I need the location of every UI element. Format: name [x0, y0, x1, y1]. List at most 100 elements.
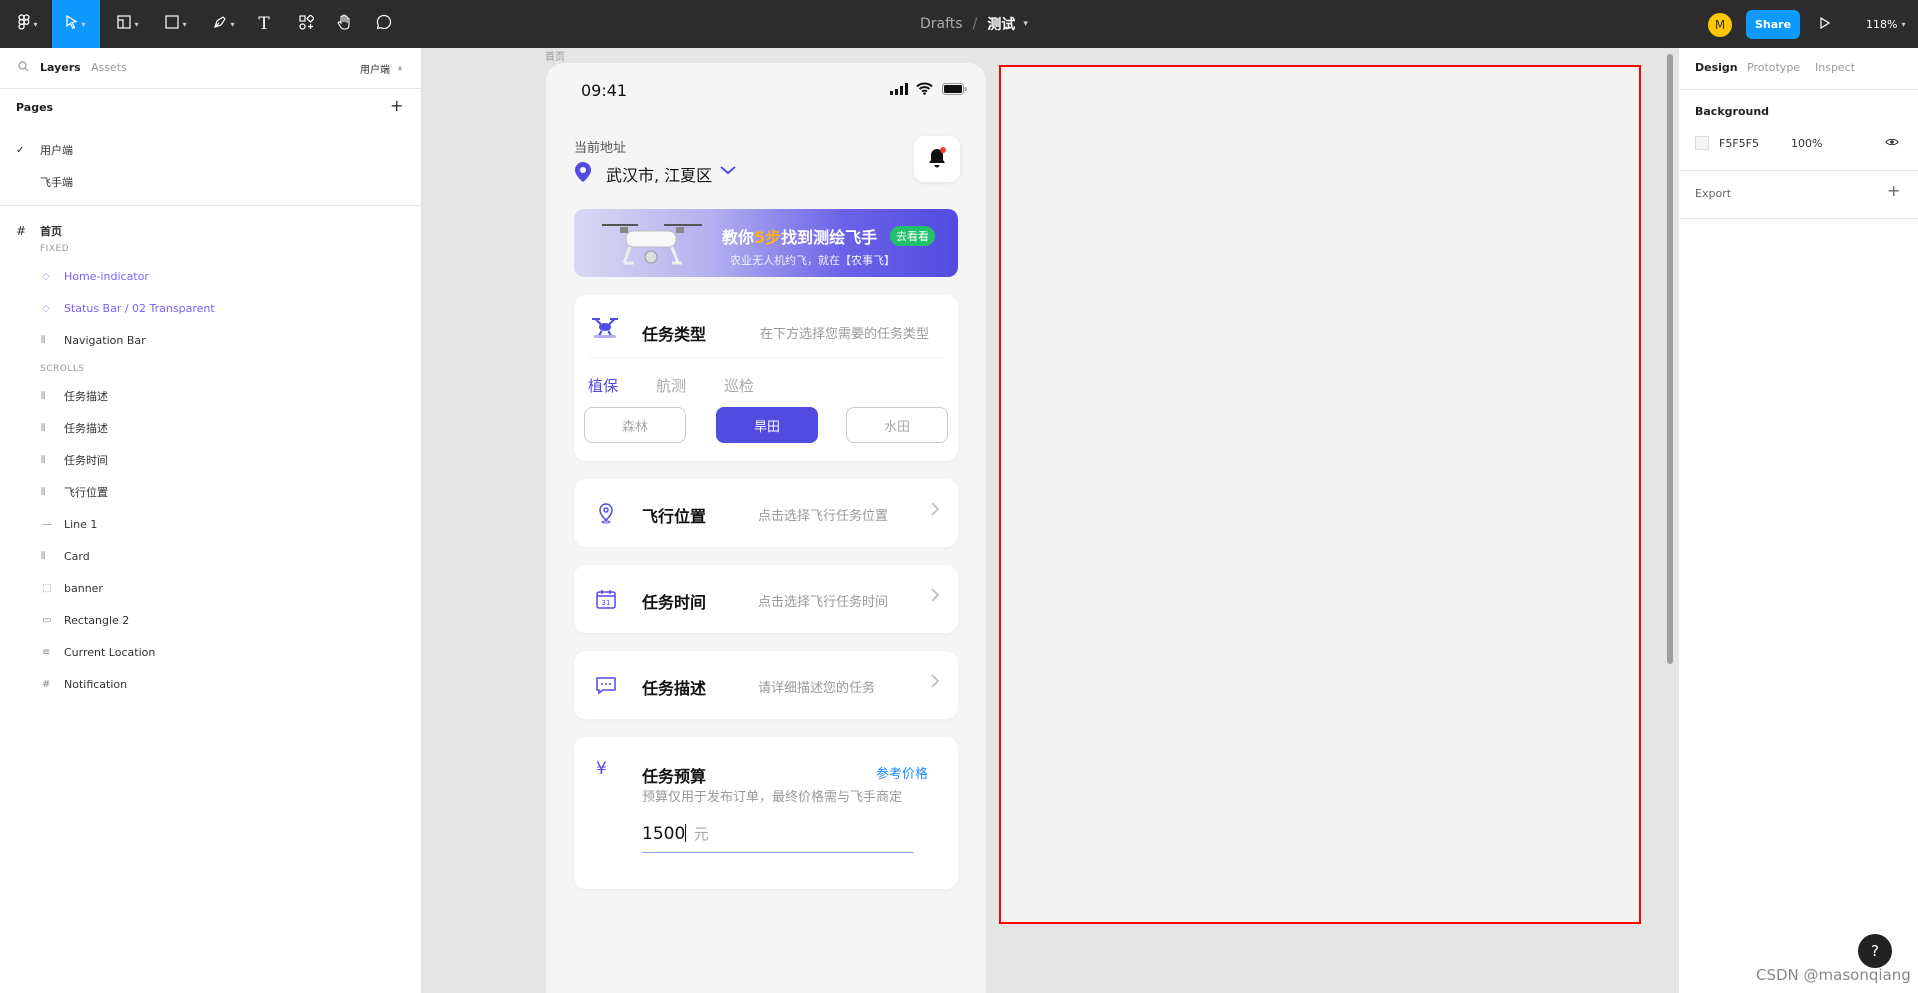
background-opacity[interactable]: 100%: [1791, 137, 1822, 150]
drone-illustration: [592, 213, 712, 277]
budget-value: 1500: [642, 824, 686, 844]
move-tool[interactable]: ▾: [52, 0, 100, 48]
chip-forest[interactable]: 森林: [584, 407, 686, 443]
zoom-control[interactable]: 118% ▾: [1866, 0, 1905, 48]
layer-card[interactable]: ⫴ Card: [0, 543, 421, 569]
empty-frame-highlight[interactable]: [999, 65, 1641, 924]
shape-tool[interactable]: ▾: [158, 0, 194, 48]
location-value[interactable]: 武汉市, 江夏区: [606, 162, 712, 186]
hand-tool[interactable]: [332, 0, 356, 48]
promo-banner[interactable]: 教你5步找到测绘飞手 去看看 农业无人机约飞，就在【农事飞】: [574, 209, 958, 277]
layers-panel: Layers Assets 用户端 ▴ Pages + ✓ 用户端 飞手端 # …: [0, 48, 422, 993]
layer-current-location[interactable]: ≡ Current Location: [0, 639, 421, 665]
layer-notification[interactable]: # Notification: [0, 671, 421, 697]
svg-text:31: 31: [602, 599, 611, 607]
layer-line-1[interactable]: — Line 1: [0, 511, 421, 537]
component-icon: ◇: [42, 270, 50, 282]
phone-frame-home[interactable]: 09:41 当前地址 武汉市, 江夏区 教你5步找到测绘飞手 去看看 农业无人机…: [546, 63, 986, 993]
search-icon[interactable]: [18, 61, 29, 75]
page-item-pilot[interactable]: 飞手端: [0, 169, 421, 195]
layer-status-bar[interactable]: ◇ Status Bar / 02 Transparent: [0, 295, 421, 321]
tab-inspect[interactable]: Inspect: [1815, 61, 1855, 74]
layer-label: Current Location: [64, 645, 156, 659]
text-tool[interactable]: T: [252, 0, 276, 48]
chevron-down-icon[interactable]: ▾: [1023, 19, 1028, 29]
page-item-user[interactable]: ✓ 用户端: [0, 137, 421, 163]
watermark: CSDN @masonqiang: [1756, 966, 1911, 984]
page-selector[interactable]: 用户端: [360, 61, 390, 76]
layer-task-desc-2[interactable]: ⫴ 任务描述: [0, 415, 421, 441]
row-hint: 请详细描述您的任务: [758, 681, 876, 696]
frame-tool-icon: [117, 15, 132, 33]
layer-flight-location[interactable]: ⫴ 飞行位置: [0, 479, 421, 505]
cursor-arrow-icon: [66, 14, 79, 33]
layer-home-indicator[interactable]: ◇ Home-indicator: [0, 263, 421, 289]
layer-label: 首页: [40, 225, 62, 238]
tab-prototype[interactable]: Prototype: [1747, 61, 1800, 74]
panel-divider: [1679, 170, 1918, 171]
add-page-icon[interactable]: +: [390, 96, 403, 115]
reference-price-link[interactable]: 参考价格: [876, 763, 928, 782]
notification-button[interactable]: [914, 136, 960, 182]
flight-location-row[interactable]: 飞行位置 点击选择飞行任务位置: [574, 479, 958, 547]
background-color-swatch[interactable]: [1695, 136, 1709, 150]
chip-dry-field[interactable]: 旱田: [716, 407, 818, 443]
chevron-down-icon: ▾: [81, 19, 86, 29]
eye-icon[interactable]: [1885, 137, 1899, 150]
auto-layout-icon: ⫴: [41, 334, 46, 346]
layer-label: Notification: [64, 677, 128, 691]
chevron-up-icon[interactable]: ▴: [398, 63, 402, 72]
banner-title-suffix: 找到测绘飞手: [781, 228, 878, 247]
signal-icon: [890, 83, 908, 98]
frame-tool[interactable]: ▾: [110, 0, 146, 48]
tab-patrol[interactable]: 巡检: [724, 375, 754, 396]
task-type-hint: 在下方选择您需要的任务类型: [760, 327, 930, 342]
row-hint: 点击选择飞行任务时间: [758, 595, 889, 610]
chevron-right-icon: [930, 587, 940, 607]
chevron-down-icon: ▾: [134, 19, 139, 29]
chip-paddy-field[interactable]: 水田: [846, 407, 948, 443]
comment-tool[interactable]: [372, 0, 396, 48]
budget-input[interactable]: 1500 元: [642, 823, 914, 853]
tab-plant-protection[interactable]: 植保: [588, 375, 618, 396]
task-description-row[interactable]: 任务描述 请详细描述您的任务: [574, 651, 958, 719]
background-hex[interactable]: F5F5F5: [1719, 137, 1759, 150]
budget-title: 任务预算: [642, 767, 707, 786]
comment-bubble-icon: [376, 14, 392, 34]
tab-layers[interactable]: Layers: [40, 61, 81, 74]
layer-task-time[interactable]: ⫴ 任务时间: [0, 447, 421, 473]
location-label: 当前地址: [574, 141, 627, 156]
breadcrumb-separator: /: [972, 16, 978, 32]
layer-frame-home[interactable]: # 首页: [0, 218, 421, 244]
top-toolbar: ▾ ▾ ▾ ▾ ▾ T Drafts / 测试 ▾ M Share 118% ▾: [0, 0, 1918, 48]
layer-rectangle-2[interactable]: ▭ Rectangle 2: [0, 607, 421, 633]
banner-badge[interactable]: 去看看: [890, 226, 935, 246]
present-button[interactable]: [1820, 0, 1831, 48]
user-avatar[interactable]: M: [1708, 13, 1732, 37]
share-button[interactable]: Share: [1746, 10, 1800, 39]
layer-task-desc-1[interactable]: ⫴ 任务描述: [0, 383, 421, 409]
component-icon: ◇: [42, 302, 50, 314]
frame-label[interactable]: 首页: [545, 48, 565, 63]
layer-navigation-bar[interactable]: ⫴ Navigation Bar: [0, 327, 421, 353]
chevron-right-icon: [930, 673, 940, 693]
figma-main-menu[interactable]: ▾: [8, 0, 48, 48]
help-button[interactable]: ?: [1858, 934, 1892, 968]
breadcrumb-drafts[interactable]: Drafts: [920, 16, 963, 32]
tab-aerial-survey[interactable]: 航测: [656, 375, 686, 396]
resources-tool[interactable]: [294, 0, 318, 48]
banner-subtitle: 农业无人机约飞，就在【农事飞】: [730, 254, 895, 267]
add-export-icon[interactable]: +: [1887, 181, 1900, 200]
tab-design[interactable]: Design: [1695, 61, 1738, 74]
layer-banner[interactable]: ⬚ banner: [0, 575, 421, 601]
layer-label: Home-indicator: [64, 269, 149, 283]
file-name[interactable]: 测试: [987, 14, 1015, 34]
pen-tool[interactable]: ▾: [206, 0, 242, 48]
canvas-scrollbar[interactable]: [1667, 54, 1673, 664]
fixed-section-label: FIXED: [40, 244, 70, 254]
chevron-down-icon[interactable]: [719, 164, 737, 179]
task-time-row[interactable]: 31 任务时间 点击选择飞行任务时间: [574, 565, 958, 633]
tab-assets[interactable]: Assets: [91, 61, 127, 74]
wifi-icon: [916, 82, 933, 98]
calendar-icon: 31: [594, 587, 618, 611]
